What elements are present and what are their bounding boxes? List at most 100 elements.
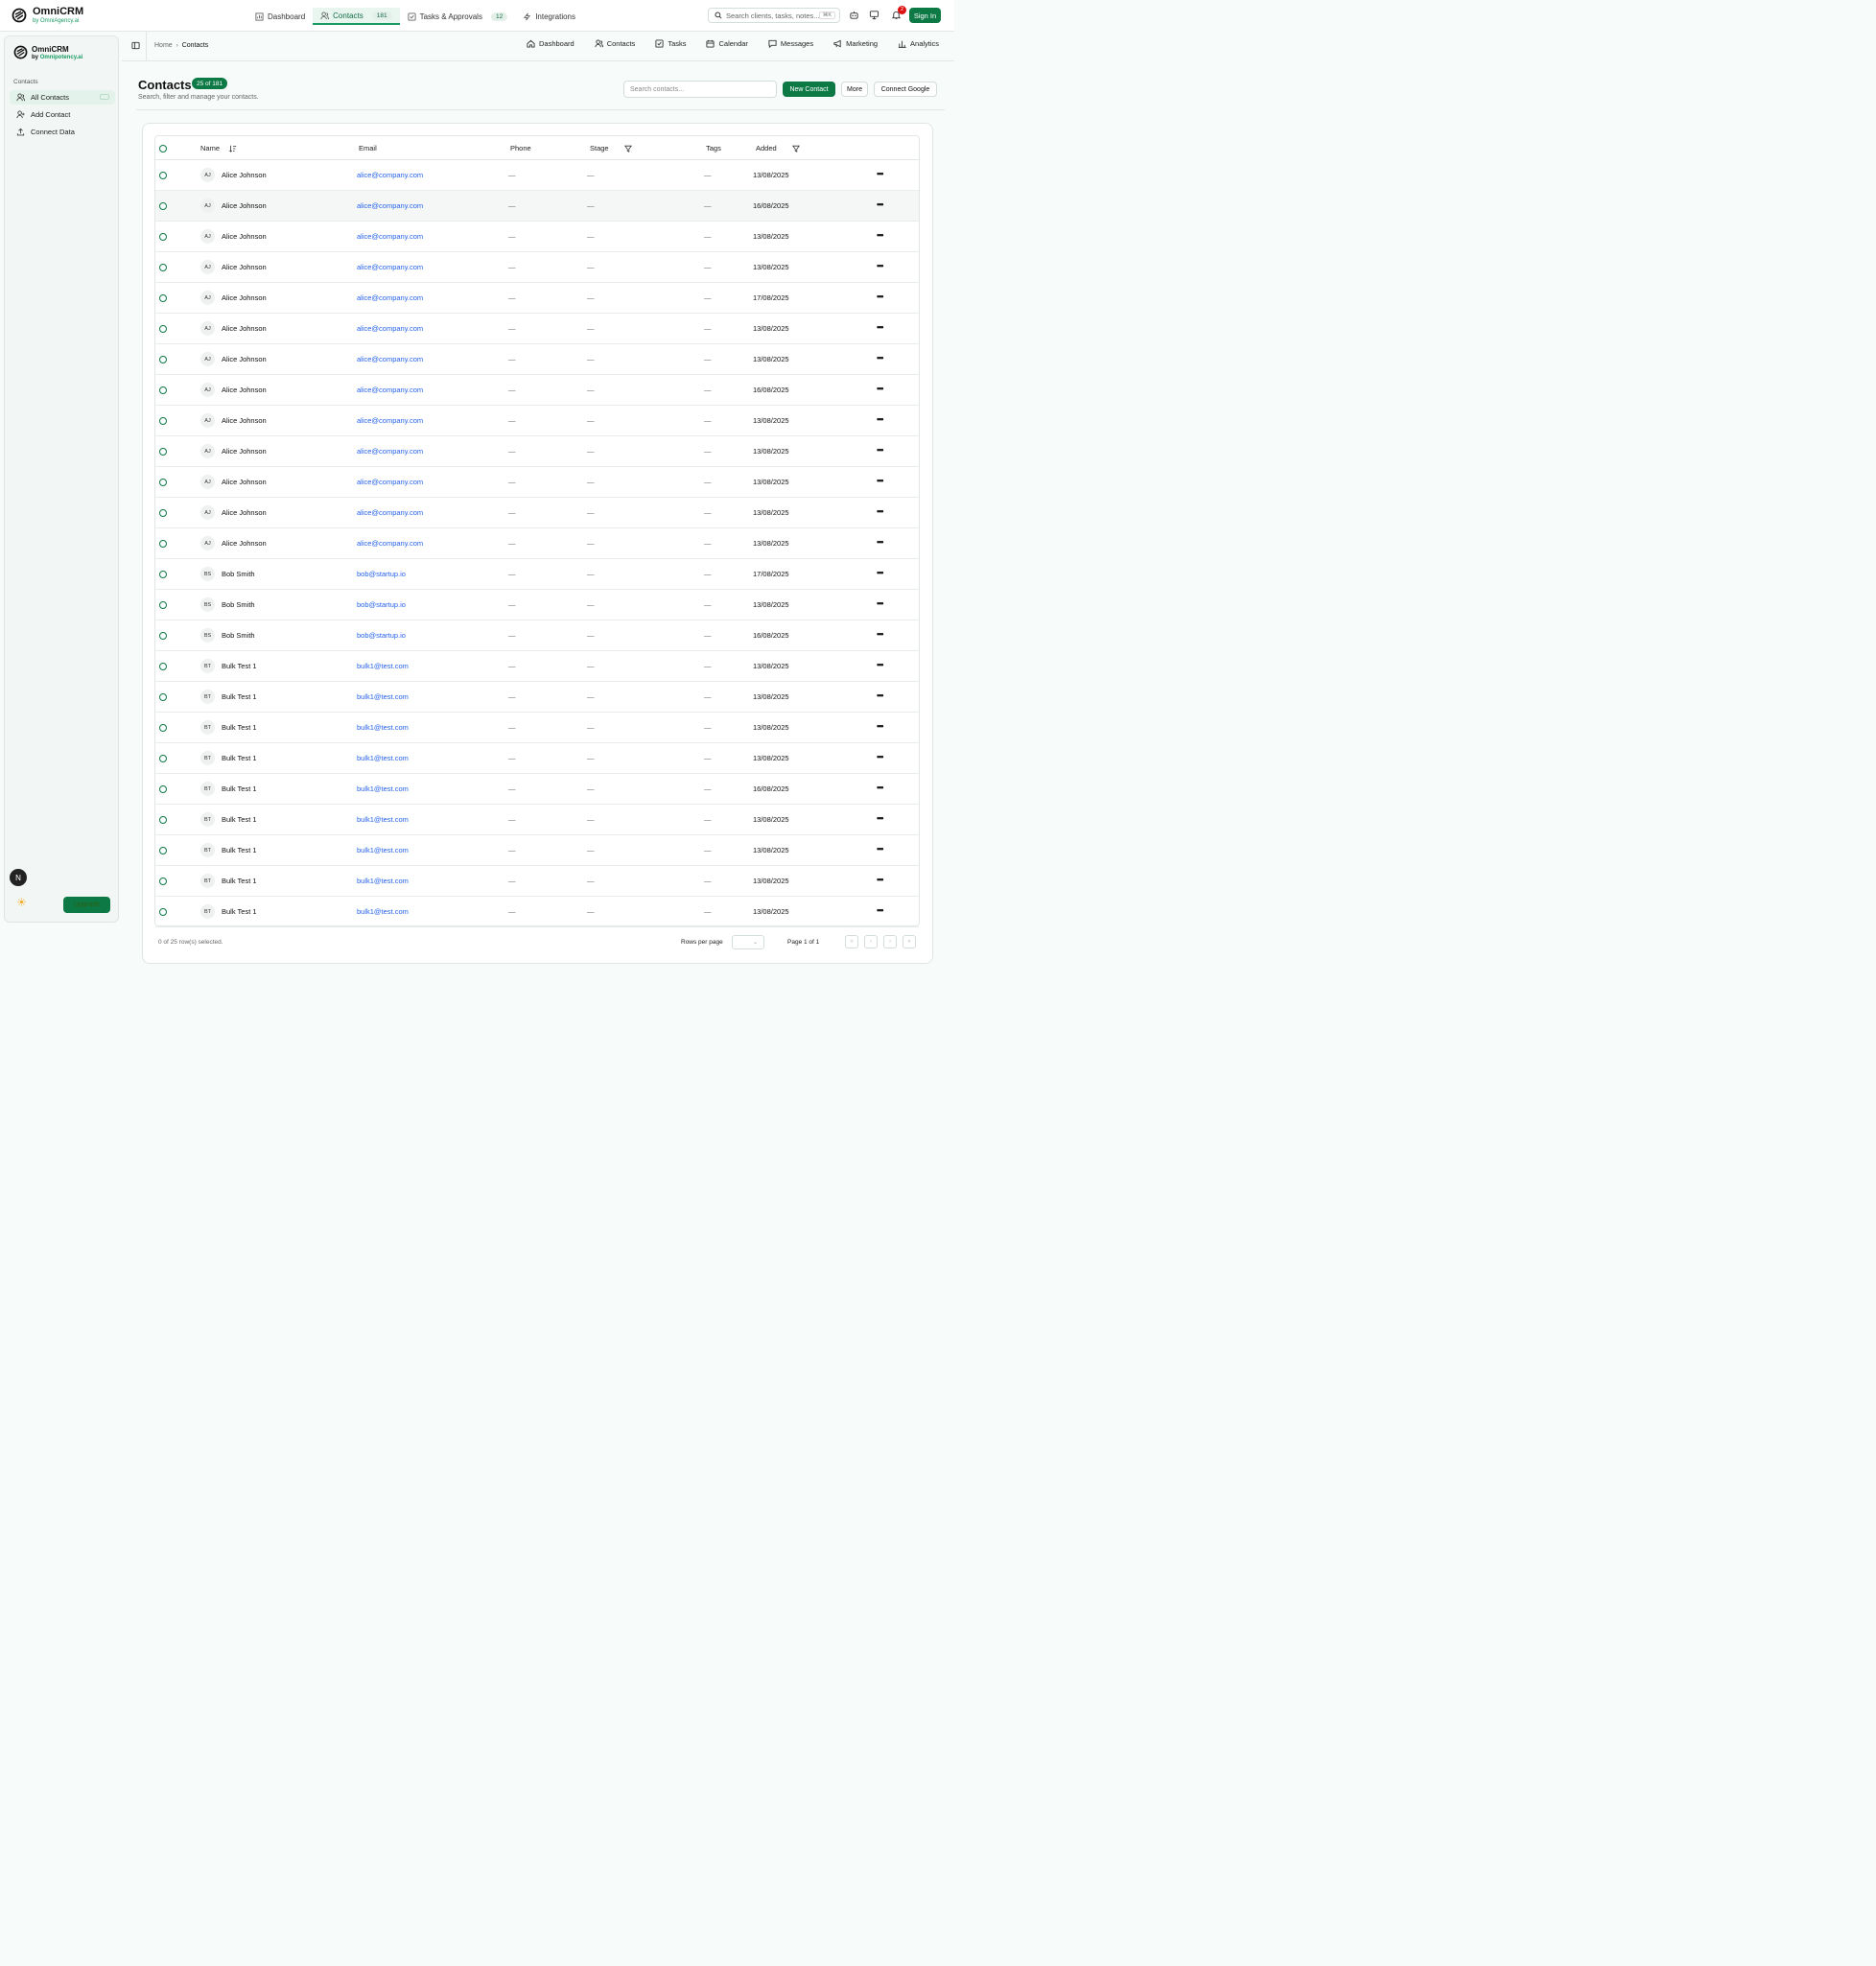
row-checkbox[interactable]: [159, 816, 167, 824]
contact-name[interactable]: Alice Johnson: [222, 416, 267, 425]
row-actions-more-icon[interactable]: •••: [877, 199, 884, 209]
contact-email[interactable]: alice@company.com: [357, 355, 423, 363]
contact-name[interactable]: Alice Johnson: [222, 508, 267, 517]
connect-google-button[interactable]: Connect Google: [874, 82, 937, 97]
row-checkbox[interactable]: [159, 908, 167, 916]
select-all-checkbox[interactable]: [159, 145, 167, 152]
table-row[interactable]: AJ Alice Johnson alice@company.com — — — 13/08…: [155, 406, 919, 436]
first-page-button[interactable]: «: [845, 935, 858, 948]
row-actions-more-icon[interactable]: •••: [877, 813, 884, 823]
row-checkbox[interactable]: [159, 540, 167, 548]
table-row[interactable]: AJ Alice Johnson alice@company.com — — — 13/08…: [155, 436, 919, 467]
contact-email[interactable]: alice@company.com: [357, 232, 423, 241]
breadcrumb-home[interactable]: Home: [154, 42, 173, 49]
contact-email[interactable]: bulk1@test.com: [357, 692, 409, 701]
contact-name[interactable]: Bulk Test 1: [222, 846, 257, 854]
subnav-calendar[interactable]: Calendar: [706, 39, 748, 48]
monitor-icon[interactable]: [869, 10, 879, 20]
row-checkbox[interactable]: [159, 294, 167, 302]
row-checkbox[interactable]: [159, 785, 167, 793]
contact-email[interactable]: bob@startup.io: [357, 600, 406, 609]
row-checkbox[interactable]: [159, 601, 167, 609]
table-row[interactable]: AJ Alice Johnson alice@company.com — — — 17/08…: [155, 283, 919, 314]
column-header-name[interactable]: Name: [200, 144, 237, 152]
table-row[interactable]: AJ Alice Johnson alice@company.com — — — 16/08…: [155, 375, 919, 406]
table-row[interactable]: AJ Alice Johnson alice@company.com — — — 13/08…: [155, 528, 919, 559]
subnav-tasks[interactable]: Tasks: [655, 39, 686, 48]
contact-name[interactable]: Alice Johnson: [222, 324, 267, 333]
more-button[interactable]: More: [841, 82, 868, 97]
row-actions-more-icon[interactable]: •••: [877, 752, 884, 761]
row-checkbox[interactable]: [159, 386, 167, 394]
row-checkbox[interactable]: [159, 693, 167, 701]
row-actions-more-icon[interactable]: •••: [877, 292, 884, 301]
contact-email[interactable]: alice@company.com: [357, 171, 423, 179]
contact-name[interactable]: Alice Johnson: [222, 355, 267, 363]
sidebar-brand[interactable]: OmniCRM by Omnipotency.ai: [13, 45, 82, 61]
contact-email[interactable]: alice@company.com: [357, 478, 423, 486]
table-row[interactable]: AJ Alice Johnson alice@company.com — — — 13/08…: [155, 252, 919, 283]
topnav-integrations[interactable]: Integrations: [515, 8, 583, 25]
row-actions-more-icon[interactable]: •••: [877, 445, 884, 455]
row-checkbox[interactable]: [159, 417, 167, 425]
row-checkbox[interactable]: [159, 571, 167, 578]
row-actions-more-icon[interactable]: •••: [877, 384, 884, 393]
contact-email[interactable]: bulk1@test.com: [357, 877, 409, 885]
subnav-analytics[interactable]: Analytics: [898, 39, 939, 48]
sidebar-item-add-contact[interactable]: Add Contact: [10, 107, 115, 122]
rows-per-page-select[interactable]: ⌄: [732, 935, 764, 949]
contact-email[interactable]: alice@company.com: [357, 447, 423, 456]
row-actions-more-icon[interactable]: •••: [877, 476, 884, 485]
contact-email[interactable]: bob@startup.io: [357, 631, 406, 640]
contact-name[interactable]: Bob Smith: [222, 631, 255, 640]
row-actions-more-icon[interactable]: •••: [877, 537, 884, 547]
row-actions-more-icon[interactable]: •••: [877, 844, 884, 854]
contact-name[interactable]: Bulk Test 1: [222, 723, 257, 732]
row-checkbox[interactable]: [159, 632, 167, 640]
subnav-messages[interactable]: Messages: [768, 39, 813, 48]
contact-email[interactable]: alice@company.com: [357, 508, 423, 517]
contact-name[interactable]: Bulk Test 1: [222, 662, 257, 670]
contact-email[interactable]: alice@company.com: [357, 293, 423, 302]
row-checkbox[interactable]: [159, 448, 167, 456]
contact-name[interactable]: Bulk Test 1: [222, 907, 257, 916]
contact-name[interactable]: Bob Smith: [222, 570, 255, 578]
prev-page-button[interactable]: ‹: [864, 935, 878, 948]
new-contact-button[interactable]: New Contact: [783, 82, 835, 97]
subnav-contacts[interactable]: Contacts: [595, 39, 635, 48]
row-actions-more-icon[interactable]: •••: [877, 875, 884, 884]
table-row[interactable]: AJ Alice Johnson alice@company.com — — — 13/08…: [155, 160, 919, 191]
table-row[interactable]: BT Bulk Test 1 bulk1@test.com — — — 13/08/2025…: [155, 866, 919, 897]
table-row[interactable]: AJ Alice Johnson alice@company.com — — — 13/08…: [155, 344, 919, 375]
global-search-input[interactable]: Search clients, tasks, notes... ⌘K: [708, 8, 840, 23]
row-checkbox[interactable]: [159, 878, 167, 885]
contact-email[interactable]: bulk1@test.com: [357, 723, 409, 732]
contacts-search-input[interactable]: Search contacts...: [623, 81, 777, 98]
row-actions-more-icon[interactable]: •••: [877, 230, 884, 240]
table-row[interactable]: AJ Alice Johnson alice@company.com — — — 13/08…: [155, 498, 919, 528]
table-row[interactable]: AJ Alice Johnson alice@company.com — — — 13/08…: [155, 467, 919, 498]
contact-email[interactable]: alice@company.com: [357, 416, 423, 425]
row-checkbox[interactable]: [159, 202, 167, 210]
contact-name[interactable]: Bulk Test 1: [222, 784, 257, 793]
row-checkbox[interactable]: [159, 356, 167, 363]
row-actions-more-icon[interactable]: •••: [877, 721, 884, 731]
sort-icon[interactable]: [229, 145, 237, 152]
sidebar-toggle-icon[interactable]: [131, 41, 140, 50]
row-actions-more-icon[interactable]: •••: [877, 629, 884, 639]
contact-name[interactable]: Bulk Test 1: [222, 877, 257, 885]
table-row[interactable]: BT Bulk Test 1 bulk1@test.com — — — 13/08/2025…: [155, 743, 919, 774]
contact-name[interactable]: Alice Johnson: [222, 386, 267, 394]
contact-email[interactable]: alice@company.com: [357, 201, 423, 210]
filter-icon[interactable]: [623, 145, 632, 152]
sidebar-item-connect-data[interactable]: Connect Data: [10, 125, 115, 139]
table-row[interactable]: BT Bulk Test 1 bulk1@test.com — — — 13/08/2025…: [155, 805, 919, 835]
contact-email[interactable]: bulk1@test.com: [357, 662, 409, 670]
row-checkbox[interactable]: [159, 724, 167, 732]
table-row[interactable]: BT Bulk Test 1 bulk1@test.com — — — 13/08/2025…: [155, 682, 919, 713]
table-row[interactable]: BT Bulk Test 1 bulk1@test.com — — — 13/08/2025…: [155, 651, 919, 682]
contact-email[interactable]: alice@company.com: [357, 263, 423, 271]
row-checkbox[interactable]: [159, 325, 167, 333]
contact-name[interactable]: Bulk Test 1: [222, 692, 257, 701]
row-actions-more-icon[interactable]: •••: [877, 322, 884, 332]
